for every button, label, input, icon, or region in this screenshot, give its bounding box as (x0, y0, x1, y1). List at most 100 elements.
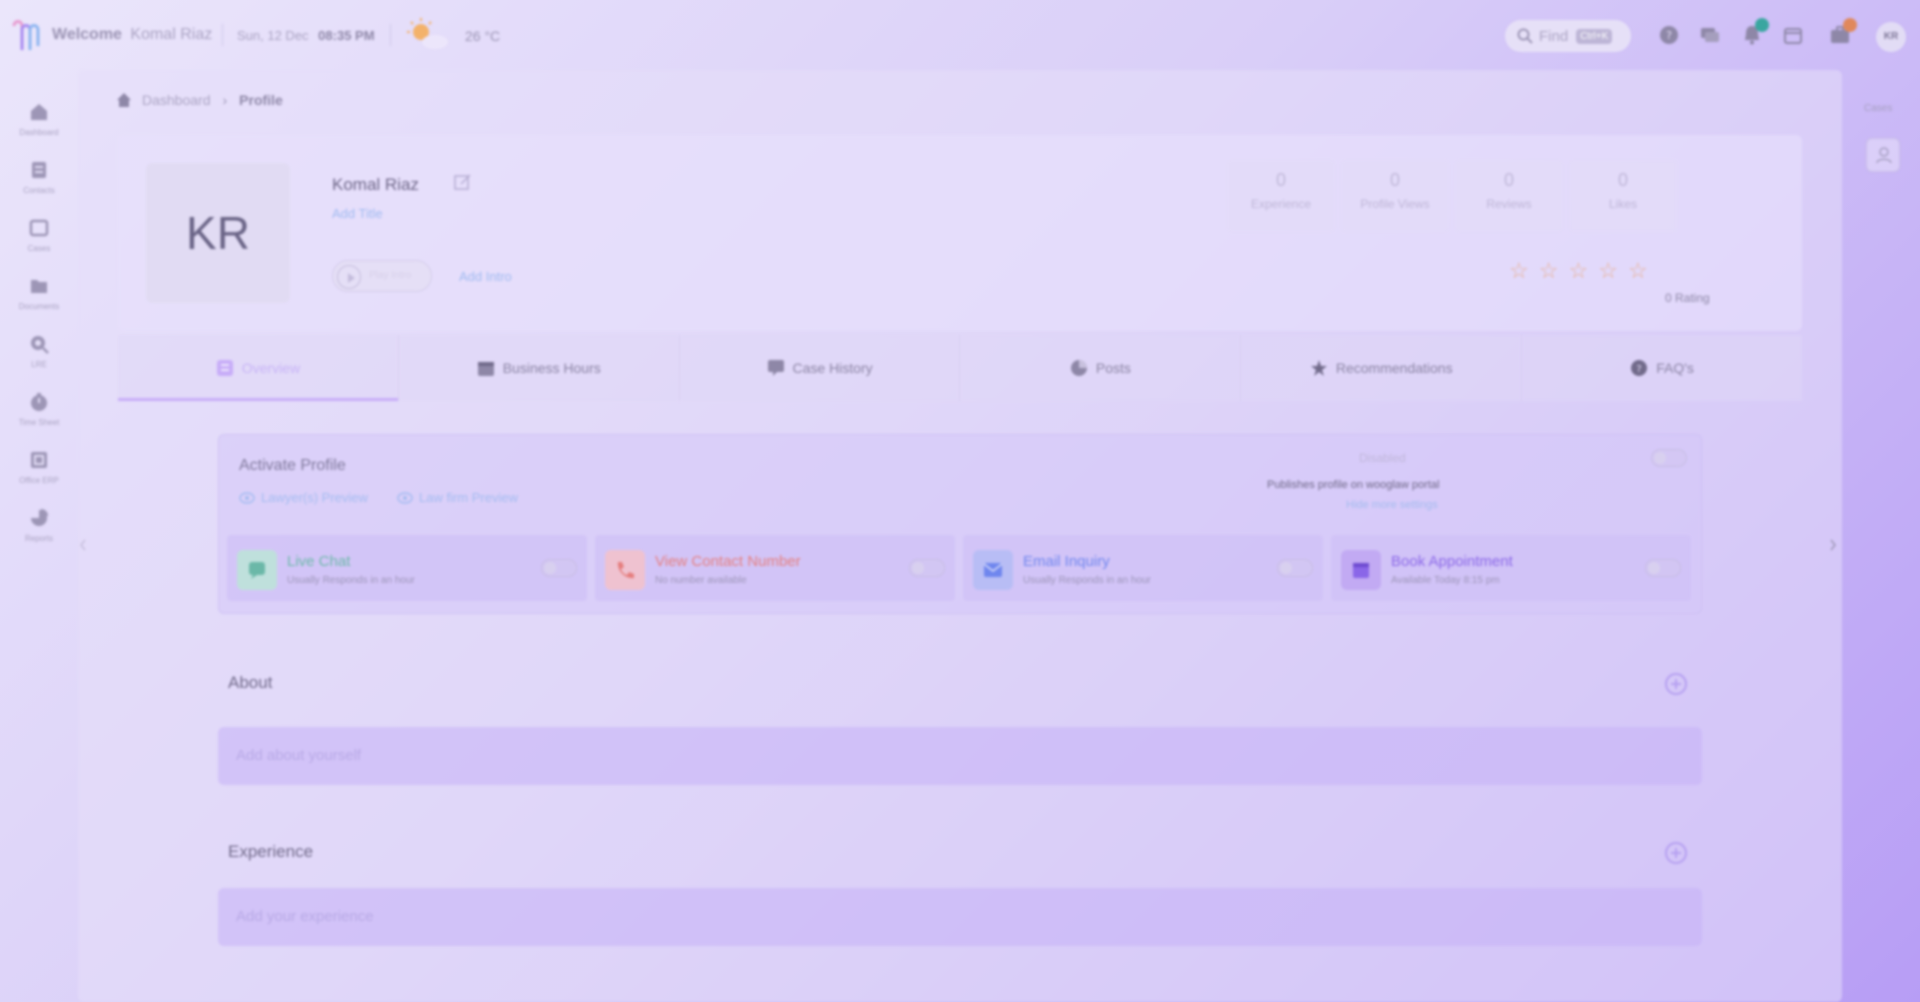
svg-text:?: ? (1637, 364, 1642, 375)
feature-toggles: Live Chat Usually Responds in an hour Vi… (227, 535, 1691, 601)
sidebar-item-label: Office ERP (19, 476, 59, 485)
posts-icon (1070, 360, 1087, 376)
play-intro-button[interactable]: Play Intro (332, 260, 432, 292)
stat-profile-views: 0 Profile Views (1341, 160, 1449, 232)
app-logo-icon[interactable] (10, 16, 42, 54)
case-history-icon (767, 360, 784, 376)
divider (222, 24, 223, 46)
view-contact-toggle[interactable] (909, 559, 945, 577)
clock-icon (31, 393, 47, 411)
add-intro-link[interactable]: Add Intro (459, 269, 512, 284)
profile-status-label: Disabled (1359, 451, 1406, 465)
right-rail-user-button[interactable] (1866, 138, 1900, 172)
sidebar-item-cases[interactable]: Cases (0, 218, 78, 253)
activate-profile-title: Activate Profile (239, 457, 346, 474)
hide-more-settings-link[interactable]: Hide more settings (1346, 499, 1438, 511)
feature-live-chat: Live Chat Usually Responds in an hour (227, 535, 587, 601)
stat-reviews: 0 Reviews (1455, 160, 1563, 232)
stat-likes: 0 Likes (1569, 160, 1677, 232)
rating-text: 0 Rating (1665, 291, 1710, 305)
add-about-button[interactable] (1665, 673, 1687, 695)
breadcrumb-dashboard[interactable]: Dashboard (142, 92, 211, 108)
sidebar-item-time-sheet[interactable]: Time Sheet (0, 392, 78, 427)
notifications-button[interactable] (1741, 18, 1769, 46)
chat-icon (237, 550, 277, 590)
find-shortcut: Ctrl+K (1576, 28, 1613, 44)
profile-tabs: Overview Business Hours Case History Pos… (118, 335, 1802, 401)
calendar-icon[interactable] (1782, 24, 1804, 46)
live-chat-toggle[interactable] (541, 559, 577, 577)
star-icon[interactable]: ☆ (1509, 260, 1529, 282)
sidebar-item-label: Contacts (23, 186, 55, 195)
stat-label: Likes (1608, 197, 1637, 211)
profile-name: Komal Riaz (332, 175, 419, 194)
home-icon[interactable] (116, 92, 132, 108)
star-icon[interactable]: ☆ (1598, 260, 1618, 282)
help-icon[interactable]: ? (1658, 24, 1680, 46)
sidebar-item-label: Documents (18, 302, 60, 311)
star-icon[interactable]: ☆ (1568, 260, 1588, 282)
welcome-user-name: Komal Riaz (130, 26, 213, 43)
rating-stars: ☆ ☆ ☆ ☆ ☆ (1509, 260, 1648, 282)
add-experience-button[interactable] (1665, 842, 1687, 864)
tab-label: Business Hours (502, 360, 601, 376)
find-search-box[interactable]: Find Ctrl+K (1505, 20, 1631, 52)
sidebar-item-office-erp[interactable]: Office ERP (0, 450, 78, 485)
svg-text:?: ? (1666, 29, 1672, 42)
star-icon[interactable]: ☆ (1539, 260, 1559, 282)
star-icon[interactable]: ☆ (1628, 260, 1648, 282)
messages-icon[interactable] (1699, 24, 1721, 46)
stat-value: 0 (1389, 170, 1400, 190)
stat-value: 0 (1275, 170, 1286, 190)
book-appointment-toggle[interactable] (1645, 559, 1681, 577)
top-bar: Welcome Komal Riaz Sun, 12 Dec 08:35 PM … (0, 0, 1920, 70)
tab-business-hours[interactable]: Business Hours (399, 335, 680, 401)
publish-description: Publishes profile on wooglaw portal (1267, 479, 1440, 491)
feature-title: Book Appointment (1391, 553, 1513, 570)
about-title: About (228, 673, 273, 692)
divider (390, 24, 391, 46)
profile-avatar[interactable]: KR (146, 163, 290, 303)
cases-icon (29, 219, 49, 237)
tab-recommendations[interactable]: Recommendations (1241, 335, 1523, 401)
sidebar-item-dashboard[interactable]: Dashboard (0, 102, 78, 137)
sidebar-item-lre[interactable]: LRE (0, 334, 78, 369)
tab-case-history[interactable]: Case History (680, 335, 961, 401)
cases-button[interactable] (1829, 18, 1857, 46)
stat-value: 0 (1617, 170, 1628, 190)
calendar-icon (1341, 550, 1381, 590)
sidebar-item-label: Reports (24, 534, 53, 543)
sidebar-item-contacts[interactable]: Contacts (0, 160, 78, 195)
chevron-right-icon: › (222, 92, 228, 108)
collapse-right-panel-button[interactable] (1826, 520, 1840, 570)
date-text: Sun, 12 Dec (237, 28, 309, 43)
user-avatar[interactable]: KR (1876, 22, 1906, 52)
tab-label: Recommendations (1335, 360, 1453, 376)
stat-label: Reviews (1486, 197, 1532, 211)
eye-icon (397, 491, 413, 504)
sidebar-item-reports[interactable]: Reports (0, 508, 78, 543)
activate-profile-card: Activate Profile Lawyer(s) Preview Law f… (218, 434, 1702, 614)
sidebar-item-documents[interactable]: Documents (0, 276, 78, 311)
tab-posts[interactable]: Posts (960, 335, 1242, 401)
activate-profile-toggle[interactable] (1651, 449, 1687, 467)
lawfirm-preview-link[interactable]: Law firm Preview (397, 490, 518, 505)
erp-icon (31, 452, 47, 468)
lawyer-preview-link[interactable]: Lawyer(s) Preview (239, 490, 368, 505)
edit-icon[interactable] (454, 173, 472, 191)
feature-view-contact-number: View Contact Number No number available (595, 535, 955, 601)
about-input[interactable]: Add about yourself (218, 727, 1702, 785)
sidebar-item-label: Time Sheet (18, 418, 60, 427)
lawfirm-preview-label: Law firm Preview (419, 490, 518, 505)
tab-faqs[interactable]: ? FAQ's (1522, 335, 1802, 401)
feature-subtitle: Available Today 8:15 pm (1391, 575, 1500, 586)
calendar-icon (477, 362, 494, 376)
feature-title: Email Inquiry (1023, 553, 1110, 570)
email-inquiry-toggle[interactable] (1277, 559, 1313, 577)
stat-value: 0 (1503, 170, 1514, 190)
user-icon (1876, 147, 1892, 164)
experience-input[interactable]: Add your experience (218, 888, 1702, 946)
add-title-link[interactable]: Add Title (332, 206, 383, 221)
feature-subtitle: Usually Responds in an hour (287, 575, 415, 586)
tab-overview[interactable]: Overview (118, 335, 399, 401)
